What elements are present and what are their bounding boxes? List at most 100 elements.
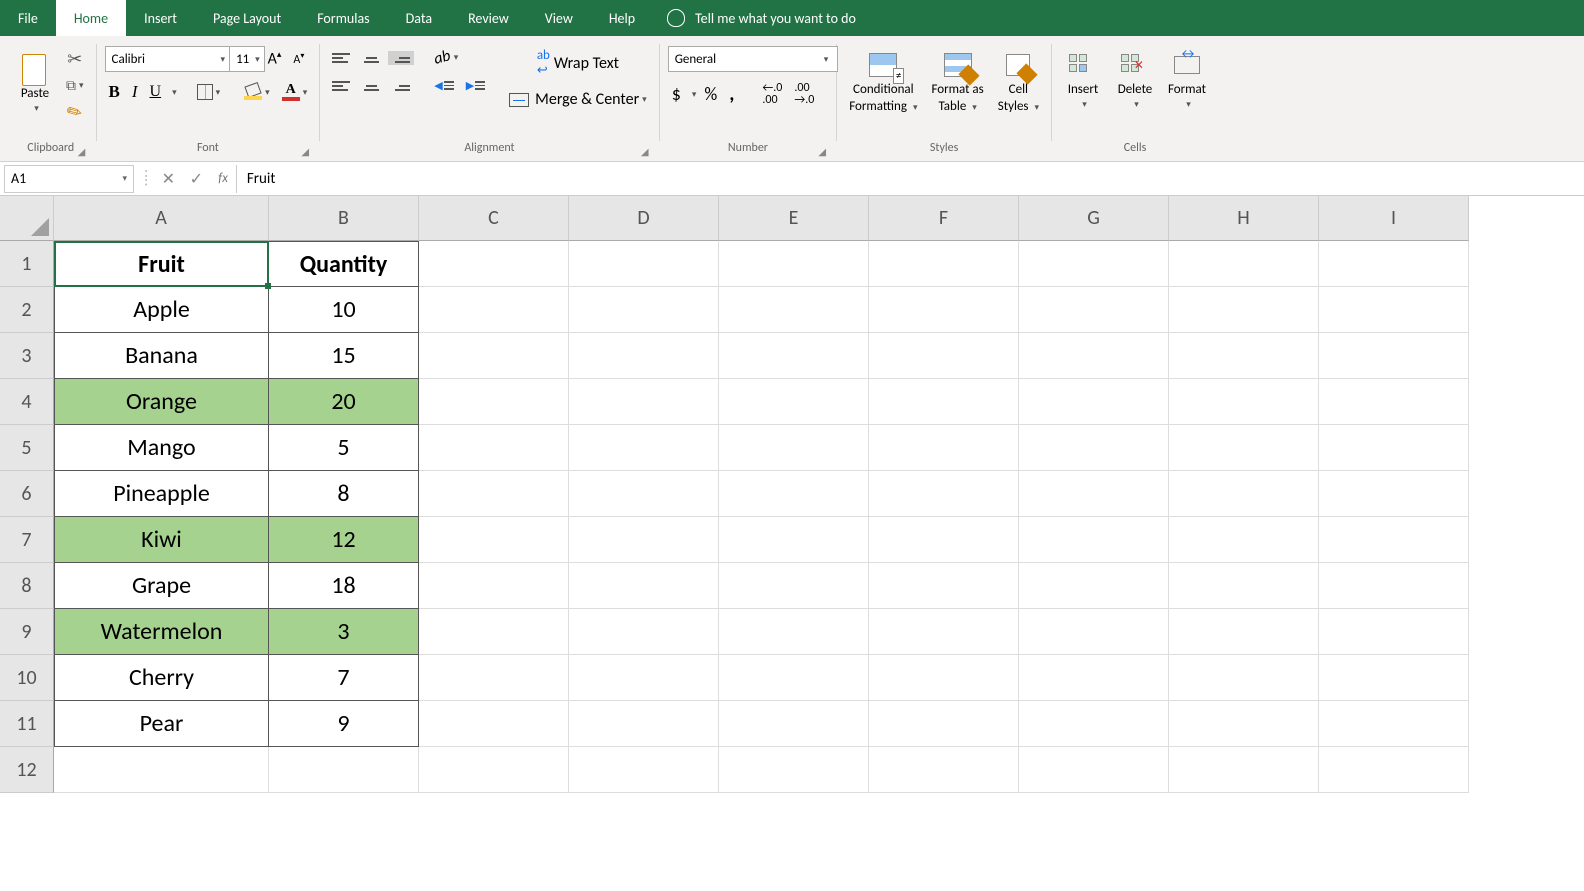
cell-B7[interactable]: 12 [269,517,419,563]
increase-decimal-button[interactable]: ←.0.00 [758,80,786,108]
select-all-corner[interactable] [0,196,54,241]
cell-H11[interactable] [1169,701,1319,747]
cell-I3[interactable] [1319,333,1469,379]
cell-A2[interactable]: Apple [54,287,269,333]
cell-F4[interactable] [869,379,1019,425]
row-header-5[interactable]: 5 [0,425,54,471]
cell-G4[interactable] [1019,379,1169,425]
cell-D3[interactable] [569,333,719,379]
column-header-B[interactable]: B [269,196,419,241]
cell-I9[interactable] [1319,609,1469,655]
cell-C4[interactable] [419,379,569,425]
row-header-1[interactable]: 1 [0,241,54,287]
cut-button[interactable]: ✂ [62,46,88,72]
cell-I10[interactable] [1319,655,1469,701]
row-header-8[interactable]: 8 [0,563,54,609]
cell-C5[interactable] [419,425,569,471]
comma-button[interactable]: , [725,80,738,108]
cell-F11[interactable] [869,701,1019,747]
cell-A12[interactable] [54,747,269,793]
cell-C7[interactable] [419,517,569,563]
cell-G1[interactable] [1019,241,1169,287]
formula-input[interactable] [236,165,1584,193]
cell-B2[interactable]: 10 [269,287,419,333]
format-painter-button[interactable]: ✎ [62,99,88,125]
cell-G11[interactable] [1019,701,1169,747]
align-center-button[interactable] [358,79,384,93]
tab-review[interactable]: Review [450,0,527,36]
cell-E10[interactable] [719,655,869,701]
percent-button[interactable]: % [700,81,721,107]
row-header-4[interactable]: 4 [0,379,54,425]
conditional-formatting-button[interactable]: Conditional Formatting ▾ [845,46,921,137]
cell-A6[interactable]: Pineapple [54,471,269,517]
cell-A11[interactable]: Pear [54,701,269,747]
format-as-table-button[interactable]: Format as Table ▾ [927,46,987,137]
cell-H1[interactable] [1169,241,1319,287]
cell-D8[interactable] [569,563,719,609]
cell-B10[interactable]: 7 [269,655,419,701]
cell-G3[interactable] [1019,333,1169,379]
cell-C9[interactable] [419,609,569,655]
cell-F6[interactable] [869,471,1019,517]
cell-E3[interactable] [719,333,869,379]
cell-F5[interactable] [869,425,1019,471]
dialog-launcher-icon[interactable]: ◢ [76,145,88,157]
column-header-H[interactable]: H [1169,196,1319,241]
tab-data[interactable]: Data [388,0,450,36]
row-header-7[interactable]: 7 [0,517,54,563]
cell-E6[interactable] [719,471,869,517]
align-left-button[interactable] [328,79,354,93]
cell-B11[interactable]: 9 [269,701,419,747]
cell-F9[interactable] [869,609,1019,655]
cell-E11[interactable] [719,701,869,747]
tab-help[interactable]: Help [591,0,653,36]
font-name-input[interactable] [105,46,235,72]
align-bottom-button[interactable] [388,51,414,65]
row-header-2[interactable]: 2 [0,287,54,333]
cell-I4[interactable] [1319,379,1469,425]
orientation-button[interactable]: ab▾ [430,46,462,69]
underline-button[interactable]: U [146,81,166,103]
cell-G9[interactable] [1019,609,1169,655]
cell-D1[interactable] [569,241,719,287]
cell-B3[interactable]: 15 [269,333,419,379]
dialog-launcher-icon[interactable]: ◢ [299,145,311,157]
merge-center-button[interactable]: Merge & Center▾ [505,88,651,111]
cell-C8[interactable] [419,563,569,609]
cell-E1[interactable] [719,241,869,287]
cell-H5[interactable] [1169,425,1319,471]
column-header-C[interactable]: C [419,196,569,241]
column-header-E[interactable]: E [719,196,869,241]
increase-indent-button[interactable]: ▶ [462,77,489,94]
cell-C12[interactable] [419,747,569,793]
cell-styles-button[interactable]: Cell Styles ▾ [994,46,1043,137]
row-header-11[interactable]: 11 [0,701,54,747]
font-size-input[interactable] [229,46,265,72]
cell-I12[interactable] [1319,747,1469,793]
cell-A5[interactable]: Mango [54,425,269,471]
cell-I5[interactable] [1319,425,1469,471]
number-format-input[interactable] [668,46,838,72]
cell-G12[interactable] [1019,747,1169,793]
name-box[interactable]: A1 ▾ [4,165,134,193]
tab-home[interactable]: Home [56,0,126,36]
row-header-9[interactable]: 9 [0,609,54,655]
cell-G8[interactable] [1019,563,1169,609]
cell-G10[interactable] [1019,655,1169,701]
tell-me[interactable]: Tell me what you want to do [667,9,856,27]
cell-A7[interactable]: Kiwi [54,517,269,563]
cell-H6[interactable] [1169,471,1319,517]
cell-D7[interactable] [569,517,719,563]
tab-page-layout[interactable]: Page Layout [195,0,299,36]
column-header-A[interactable]: A [54,196,269,241]
cell-G5[interactable] [1019,425,1169,471]
increase-font-button[interactable]: A▴ [264,47,286,70]
cell-I11[interactable] [1319,701,1469,747]
cell-B5[interactable]: 5 [269,425,419,471]
fx-icon[interactable]: fx [218,171,228,186]
cell-D11[interactable] [569,701,719,747]
cell-H4[interactable] [1169,379,1319,425]
decrease-font-button[interactable]: A▾ [289,49,308,69]
fill-color-button[interactable]: ▾ [240,82,274,102]
